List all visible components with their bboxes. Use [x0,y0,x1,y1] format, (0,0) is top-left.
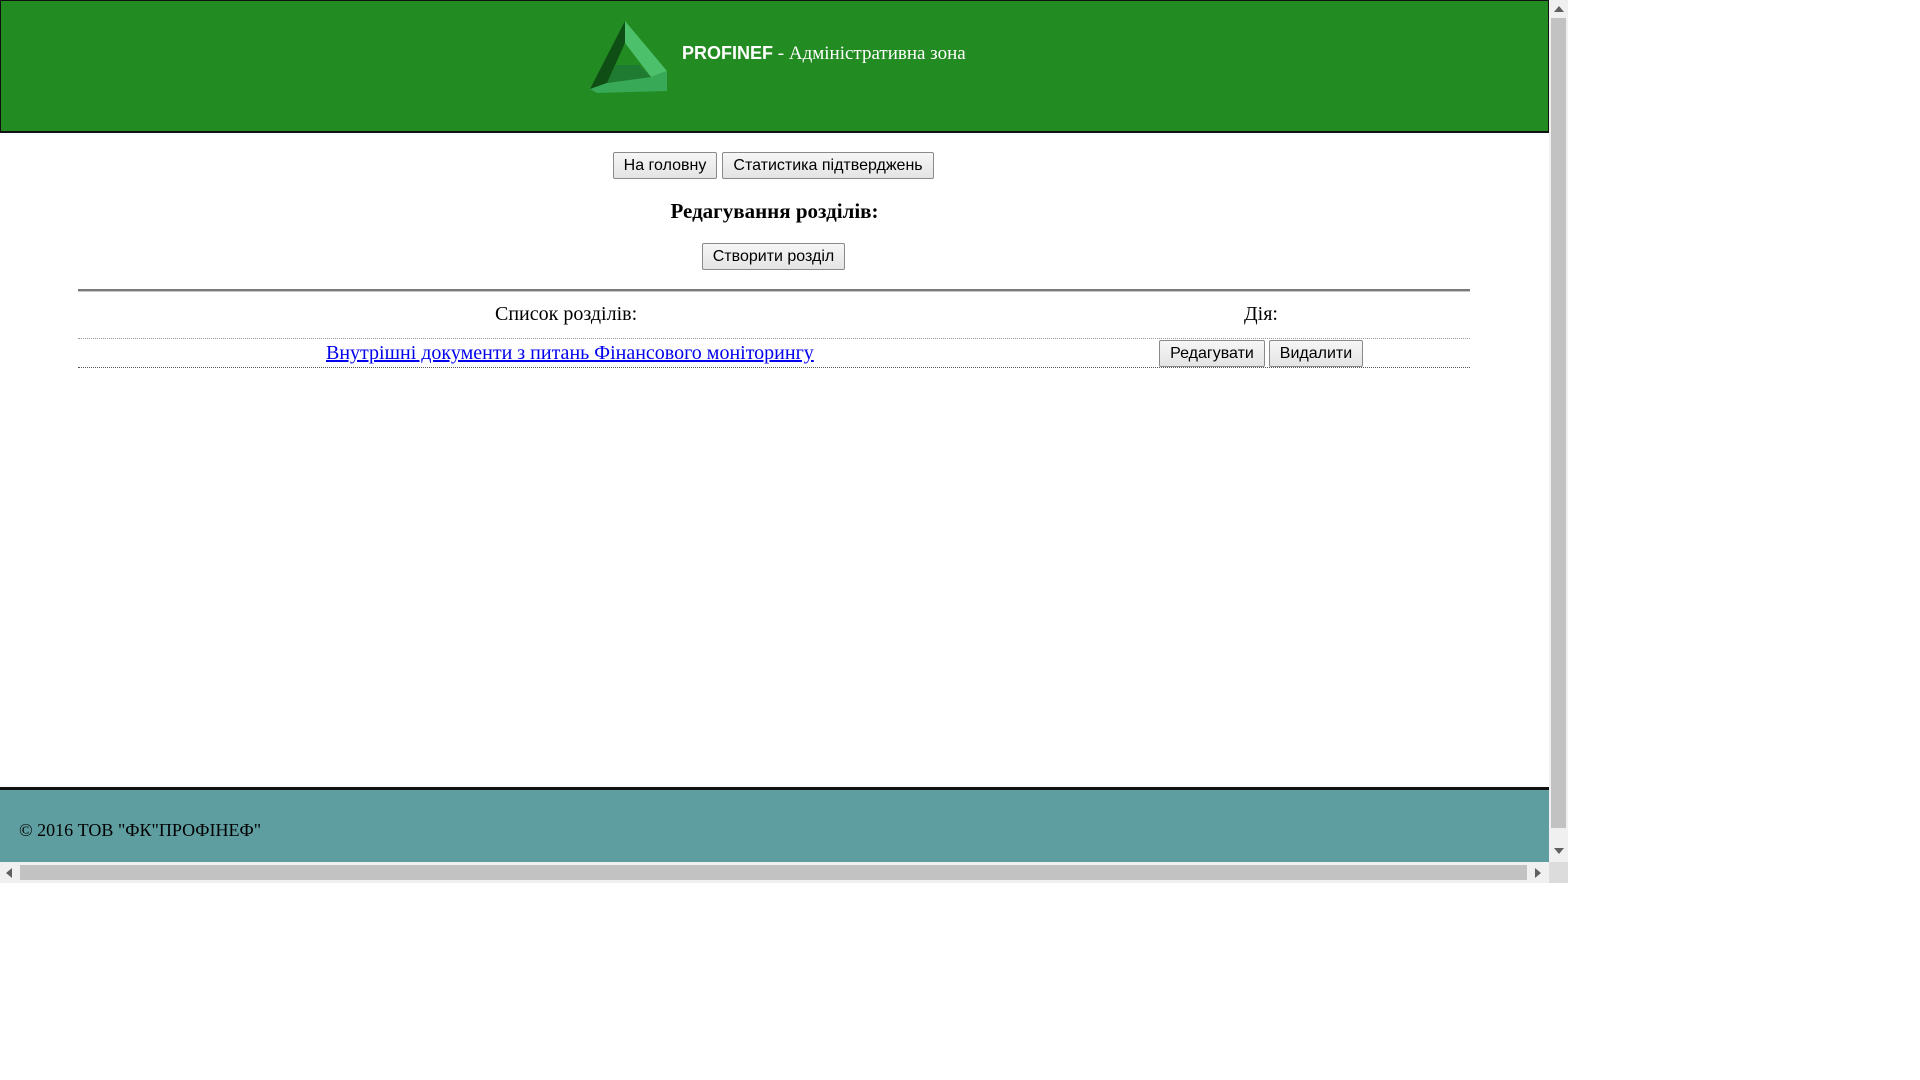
brand-title: PROFINEF - Адміністративна зона [682,43,966,65]
scroll-up-icon[interactable] [1554,6,1564,12]
horizontal-scroll-thumb[interactable] [20,865,1527,880]
scrollbar-corner [1549,862,1568,883]
section-link[interactable]: Внутрішні документи з питань Фінансового… [326,342,814,365]
scroll-right-icon[interactable] [1535,868,1541,878]
home-button[interactable]: На головну [613,152,717,179]
horizontal-scrollbar[interactable] [0,862,1549,883]
brand-subtitle: - Адміністративна зона [773,43,966,64]
create-section-button[interactable]: Створити розділ [702,243,845,270]
page-title: Редагування розділів: [670,199,879,223]
triangle-logo-icon [590,21,667,93]
column-header-sections: Список розділів: [495,303,638,325]
table-row-border [78,338,1470,339]
confirmation-stats-button[interactable]: Статистика підтверджень [722,152,934,179]
vertical-scroll-thumb[interactable] [1551,18,1566,828]
scroll-down-icon[interactable] [1554,848,1564,854]
divider [78,289,1470,292]
table-row-border [78,367,1470,368]
brand-name: PROFINEF [682,43,774,63]
page: PROFINEF - Адміністративна зона На голов… [0,0,1549,862]
column-header-action: Дія: [1244,303,1278,325]
delete-button[interactable]: Видалити [1269,340,1363,367]
scroll-left-icon[interactable] [6,868,12,878]
site-footer: © 2016 ТОВ "ФК"ПРОФІНЕФ" [0,787,1549,862]
copyright-text: © 2016 ТОВ "ФК"ПРОФІНЕФ" [19,820,262,840]
site-header: PROFINEF - Адміністративна зона [0,0,1549,133]
vertical-scrollbar[interactable] [1549,0,1568,862]
edit-button[interactable]: Редагувати [1159,340,1265,367]
